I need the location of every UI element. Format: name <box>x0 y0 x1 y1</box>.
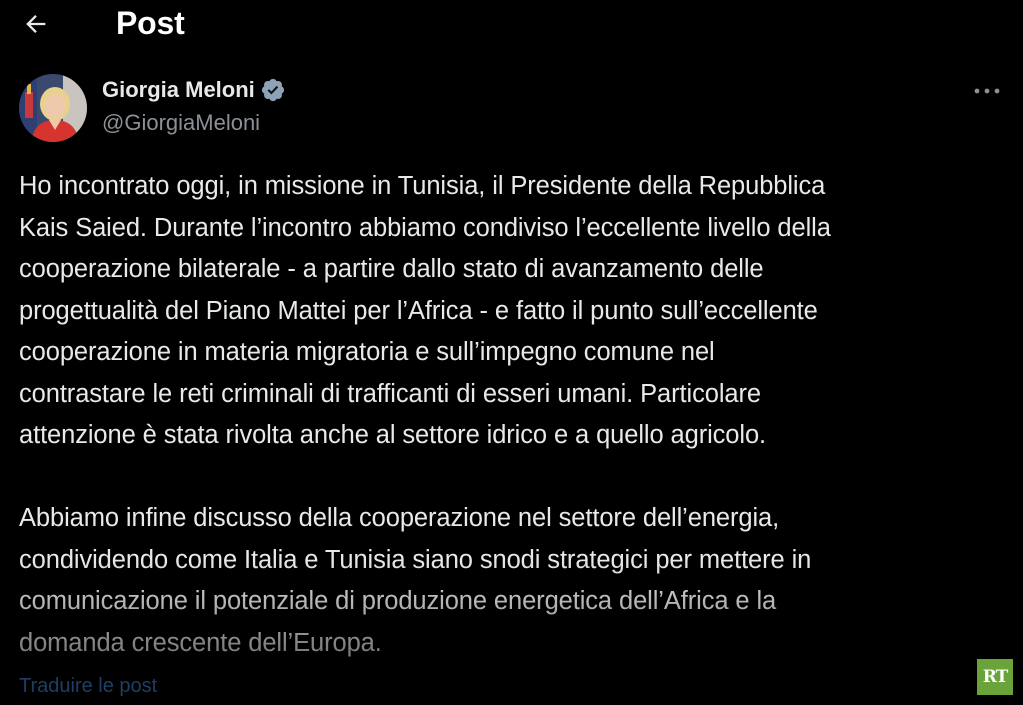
post-line: attenzione è stata rivolta anche al sett… <box>19 421 767 449</box>
post-text: Ho incontrato oggi, in missione in Tunis… <box>19 166 1014 664</box>
back-button[interactable] <box>18 6 54 42</box>
rt-watermark-logo: RT <box>977 659 1013 695</box>
post-line: domanda crescente dell’Europa. <box>19 628 382 657</box>
post-line: contrastare le reti criminali di traffic… <box>19 379 761 408</box>
top-bar: Post <box>0 0 1023 52</box>
page-title: Post <box>116 5 185 41</box>
arrow-left-icon <box>26 15 46 33</box>
avatar[interactable] <box>19 74 87 142</box>
post-paragraph-2: Abbiamo infine discusso della cooperazio… <box>19 498 1014 664</box>
post-line: Abbiamo infine discusso della cooperazio… <box>19 504 780 532</box>
post-line: comunicazione il potenziale di produzion… <box>19 587 777 615</box>
post-paragraph-1: Ho incontrato oggi, in missione in Tunis… <box>19 166 1014 457</box>
post-line: Kais Saied. Durante l’incontro abbiamo c… <box>19 213 831 242</box>
more-options-button[interactable] <box>968 78 1006 104</box>
post-line: Ho incontrato oggi, in missione in Tunis… <box>19 172 826 200</box>
author-block: Giorgia Meloni @GiorgiaMeloni <box>102 73 287 139</box>
post-line: condividendo come Italia e Tunisia siano… <box>19 545 812 574</box>
author-display-name[interactable]: Giorgia Meloni <box>102 77 255 103</box>
post-line: cooperazione bilaterale - a partire dall… <box>19 255 764 283</box>
translate-post-link[interactable]: Traduire le post <box>19 675 157 698</box>
more-horizontal-icon <box>974 88 1000 94</box>
author-name-row: Giorgia Meloni <box>102 73 287 107</box>
post-line: progettualità del Piano Mattei per l’Afr… <box>19 296 818 325</box>
post-line: cooperazione in materia migratoria e sul… <box>19 338 715 366</box>
author-handle[interactable]: @GiorgiaMeloni <box>102 107 287 139</box>
verified-badge-icon[interactable] <box>259 76 287 104</box>
